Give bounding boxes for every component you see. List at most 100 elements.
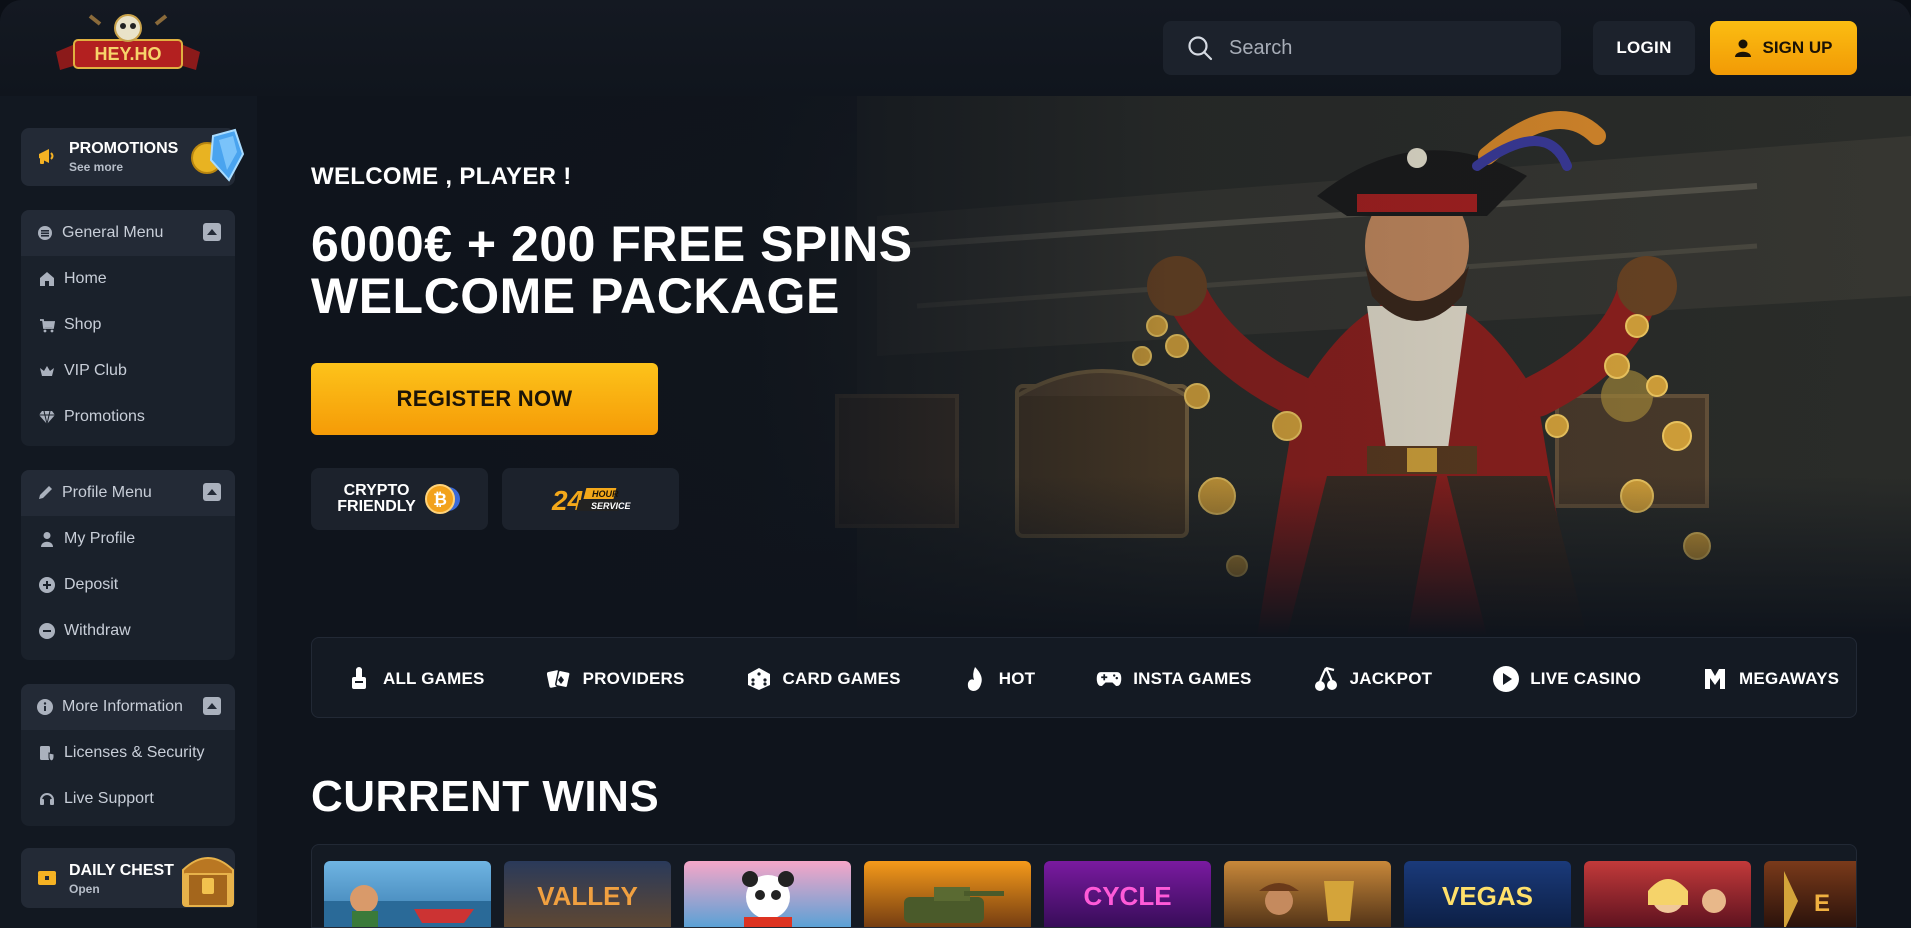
sidebar-item-label: Shop [64, 316, 102, 333]
headset-icon [39, 791, 55, 807]
general-menu-header[interactable]: General Menu [21, 210, 235, 256]
category-label: CARD GAMES [782, 668, 901, 688]
sidebar-item-vip-club[interactable]: VIP Club [21, 348, 235, 394]
category-live-casino[interactable]: LIVE CASINO [1493, 665, 1642, 692]
fisherman-game-art [324, 885, 491, 927]
game-tile[interactable] [1224, 861, 1391, 927]
crown-icon [39, 363, 55, 379]
category-providers[interactable]: PROVIDERS [546, 666, 685, 692]
category-all-games[interactable]: ALL GAMES [346, 666, 485, 692]
game-tile[interactable] [1584, 861, 1751, 927]
register-now-button[interactable]: REGISTER NOW [311, 363, 658, 435]
sidebar-item-my-profile[interactable]: My Profile [21, 516, 235, 562]
diamond-icon [39, 409, 55, 425]
dice-icon [746, 666, 772, 692]
game-tile[interactable] [324, 861, 491, 927]
top-header: HEY.HO LOGIN SIGN UP [0, 0, 1911, 96]
current-wins-strip: VALLEY CYCLE VEGAS E [311, 844, 1857, 928]
panda-game-art [742, 871, 794, 927]
hero-banner: WELCOME , PLAYER ! 6000€ + 200 FREE SPIN… [257, 96, 1911, 636]
more-information-label: More Information [62, 698, 183, 715]
sidebar-item-label: Home [64, 270, 107, 287]
document-shield-icon [39, 745, 55, 761]
category-label: HOT [998, 668, 1036, 688]
app-frame: HEY.HO LOGIN SIGN UP PROMOTION [0, 0, 1911, 928]
daily-chest-card[interactable]: DAILY CHEST Open [21, 848, 235, 908]
more-information-header[interactable]: More Information [21, 684, 235, 730]
sidebar-item-promotions[interactable]: Promotions [21, 394, 235, 440]
sidebar-item-label: Promotions [64, 408, 145, 425]
sidebar-item-label: My Profile [64, 530, 136, 547]
sidebar-item-label: Live Support [64, 790, 154, 807]
headline-line-2: WELCOME PACKAGE [311, 268, 840, 324]
gem-coin-icon [191, 128, 245, 182]
megaphone-icon [39, 149, 54, 164]
game-tile[interactable]: CYCLE [1044, 861, 1211, 927]
logo-text: HEY.HO [94, 44, 161, 64]
svg-text:E: E [1814, 890, 1830, 917]
game-tile[interactable]: VALLEY [504, 861, 671, 927]
category-label: LIVE CASINO [1530, 668, 1642, 688]
sidebar-item-licenses-security[interactable]: Licenses & Security [21, 730, 235, 776]
crypto-badge-text: CRYPTO FRIENDLY [337, 483, 416, 515]
flame-icon [962, 666, 988, 692]
category-megaways[interactable]: MEGAWAYS [1702, 666, 1839, 692]
cherries-icon [1313, 666, 1339, 692]
brand-logo[interactable]: HEY.HO [50, 12, 206, 80]
info-icon [37, 699, 53, 715]
minus-circle-icon [39, 623, 55, 639]
general-menu-label: General Menu [62, 224, 164, 241]
home-icon [39, 271, 55, 287]
plus-circle-icon [39, 577, 55, 593]
daily-chest-subtitle: Open [69, 882, 100, 896]
more-information-menu: More Information Licenses & Security Liv… [21, 684, 235, 826]
current-wins-title: CURRENT WINS [311, 772, 660, 821]
sidebar-item-shop[interactable]: Shop [21, 302, 235, 348]
sidebar-item-label: VIP Club [64, 362, 127, 379]
sidebar-item-label: Withdraw [64, 622, 131, 639]
search-input[interactable] [1229, 36, 1529, 60]
collapse-icon[interactable] [203, 697, 221, 715]
signup-button[interactable]: SIGN UP [1710, 21, 1857, 75]
sidebar-item-withdraw[interactable]: Withdraw [21, 608, 235, 654]
gamepad-icon [1096, 666, 1122, 692]
collapse-icon[interactable] [203, 223, 221, 241]
sidebar: PROMOTIONS See more General Menu Home Sh… [0, 96, 257, 928]
game-tile[interactable]: VEGAS [1404, 861, 1571, 927]
sidebar-item-home[interactable]: Home [21, 256, 235, 302]
bitcoin-icon: ₿ [424, 484, 460, 514]
promotions-subtitle: See more [69, 160, 124, 174]
24-hour-service-icon: 24 HOUR SERVICE [551, 485, 632, 516]
svg-text:₿: ₿ [433, 490, 447, 509]
search-box[interactable] [1163, 21, 1561, 75]
crypto-friendly-badge: CRYPTO FRIENDLY ₿ [311, 468, 488, 530]
category-label: PROVIDERS [582, 668, 685, 688]
game-tile[interactable]: E [1764, 861, 1856, 927]
daily-chest-title: DAILY CHEST [69, 862, 174, 879]
sidebar-item-deposit[interactable]: Deposit [21, 562, 235, 608]
headline-line-1: 6000€ + 200 FREE SPINS [311, 216, 913, 272]
megaways-icon [1702, 666, 1728, 692]
category-jackpot[interactable]: JACKPOT [1313, 666, 1433, 692]
collapse-icon[interactable] [203, 483, 221, 501]
signup-label: SIGN UP [1762, 38, 1833, 57]
all-games-icon [346, 666, 372, 692]
chest-small-icon [38, 871, 56, 885]
game-tile[interactable] [864, 861, 1031, 927]
profile-menu-header[interactable]: Profile Menu [21, 470, 235, 516]
game-tile[interactable] [684, 861, 851, 927]
promotions-card[interactable]: PROMOTIONS See more [21, 128, 245, 186]
game-category-bar: ALL GAMES PROVIDERS CARD GAMES HOT INSTA… [311, 637, 1857, 718]
category-card-games[interactable]: CARD GAMES [746, 666, 901, 692]
login-button[interactable]: LOGIN [1593, 21, 1695, 75]
pencil-icon [37, 485, 53, 501]
menu-icon [37, 225, 53, 241]
promotions-title: PROMOTIONS [69, 140, 179, 157]
category-insta-games[interactable]: INSTA GAMES [1096, 666, 1251, 692]
treasure-chest-icon [182, 857, 234, 907]
hero-headline: 6000€ + 200 FREE SPINS WELCOME PACKAGE [311, 218, 913, 322]
service-number: 24 [551, 485, 584, 516]
category-label: MEGAWAYS [1739, 668, 1840, 688]
sidebar-item-live-support[interactable]: Live Support [21, 776, 235, 822]
category-hot[interactable]: HOT [962, 666, 1035, 692]
